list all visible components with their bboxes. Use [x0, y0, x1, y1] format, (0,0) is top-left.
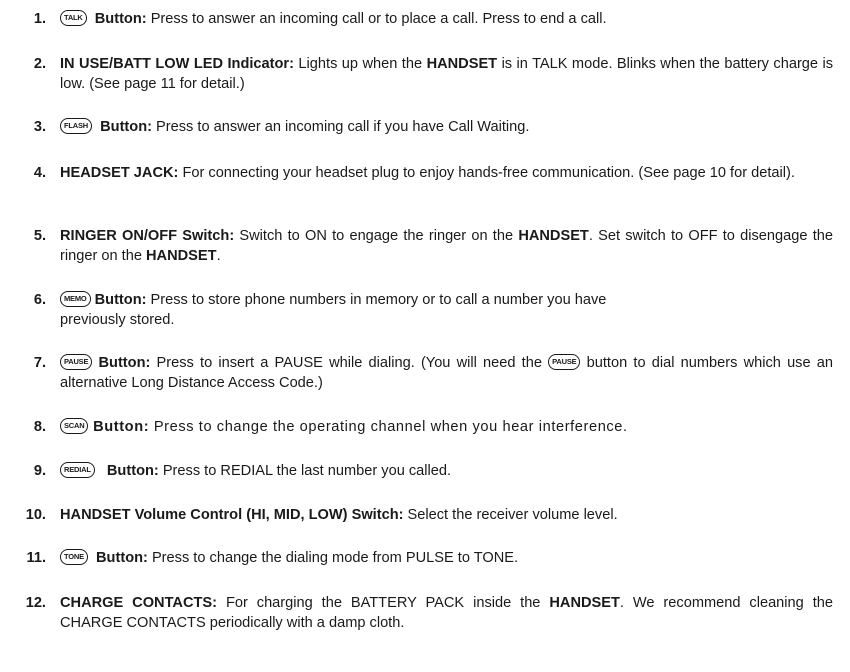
- item-number: 1.: [33, 11, 46, 27]
- scan-key-icon: SCAN: [60, 417, 89, 434]
- item-text: Select the receiver volume level.: [407, 507, 618, 523]
- item-title: Button:: [93, 419, 150, 435]
- item-number: 4.: [33, 165, 46, 181]
- item-title: Button:: [100, 119, 152, 135]
- talk-key-icon: TALK: [60, 9, 87, 26]
- tone-key-icon: TONE: [60, 548, 88, 565]
- item-number: 8.: [33, 419, 46, 435]
- item-text: Press to change the operating channel wh…: [153, 419, 628, 435]
- redial-key-icon: REDIAL: [60, 461, 95, 478]
- item-number: 12.: [25, 595, 46, 611]
- item-number: 6.: [33, 292, 46, 308]
- item-title: RINGER ON/OFF Switch:: [60, 228, 235, 244]
- handset-term: HANDSET: [549, 595, 620, 611]
- item-text: Press to REDIAL the last number you call…: [162, 463, 452, 479]
- item-title: Button:: [96, 550, 148, 566]
- item-text: Press to answer an incoming call if you …: [156, 119, 530, 135]
- item-text: Press to store phone numbers in memory o…: [150, 292, 607, 308]
- item-text: Press to insert a PAUSE while dialing. (…: [156, 355, 542, 371]
- manual-page: { "items": [ {"num": "1.", "key": "TALK"…: [0, 0, 850, 672]
- item-text: Lights up when the: [298, 56, 423, 72]
- handset-term: HANDSET: [518, 228, 589, 244]
- item-text: Press to answer an incoming call or to p…: [150, 11, 607, 27]
- item-text: .: [216, 248, 221, 264]
- handset-term: HANDSET: [426, 56, 498, 72]
- item-text: For connecting your headset plug to enjo…: [182, 165, 795, 181]
- item-title: Button:: [94, 11, 147, 27]
- item-title: HEADSET JACK:: [60, 165, 179, 181]
- item-title: Button:: [106, 463, 159, 479]
- item-title: HANDSET Volume Control (HI, MID, LOW) Sw…: [60, 507, 404, 523]
- pause-key-icon: PAUSE: [548, 353, 581, 370]
- item-text: For charging the BATTERY PACK inside the: [225, 595, 541, 611]
- flash-key-icon: FLASH: [60, 117, 92, 134]
- memo-key-icon: MEMO: [60, 290, 91, 307]
- item-title: IN USE/BATT LOW LED Indicator:: [60, 56, 294, 72]
- item-text: previously stored.: [60, 312, 175, 328]
- item-title: Button:: [94, 292, 147, 308]
- item-number: 11.: [26, 550, 46, 566]
- item-title: CHARGE CONTACTS:: [60, 595, 218, 611]
- item-number: 2.: [33, 56, 46, 72]
- item-number: 7.: [33, 355, 46, 371]
- item-text: Press to change the dialing mode from PU…: [151, 550, 519, 566]
- item-number: 3.: [33, 119, 46, 135]
- pause-key-icon: PAUSE: [60, 353, 93, 370]
- handset-term: HANDSET: [146, 248, 217, 264]
- item-text: Switch to ON to engage the ringer on the: [239, 228, 514, 244]
- item-number: 9.: [33, 463, 46, 479]
- item-number: 5.: [33, 228, 46, 244]
- item-number: 10.: [25, 507, 46, 523]
- item-title: Button:: [98, 355, 151, 371]
